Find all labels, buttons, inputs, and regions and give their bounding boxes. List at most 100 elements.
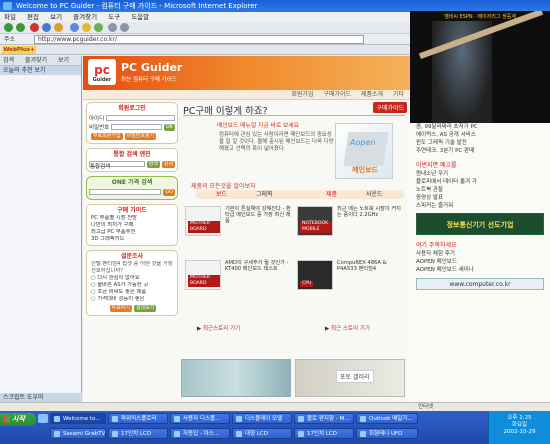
tv-video-window[interactable]: 엠비씨 ESPN · 메이저리그 생중계 — [410, 11, 550, 123]
menu-edit[interactable]: 편집 — [27, 13, 39, 21]
tab-graphic[interactable]: 그래픽 — [256, 190, 273, 199]
poll-option[interactable]: ○ 다시 관심이 없어요 — [89, 275, 175, 282]
start-button[interactable]: 시작 — [0, 413, 36, 426]
notice-item[interactable]: 사용자 체험 후기 — [410, 250, 550, 258]
menu-help[interactable]: 도움말 — [131, 13, 149, 21]
search-select[interactable]: 통합검색 — [89, 161, 145, 170]
tab-sound[interactable]: 사운드 — [366, 190, 383, 199]
pw-input[interactable] — [111, 124, 162, 130]
notice-item[interactable]: AOPEN 메인보드 — [410, 258, 550, 266]
hero-headline[interactable]: 메인보드 매뉴얼 지금 바로 보세요 — [217, 120, 299, 129]
more-link-left[interactable]: ▶ 최근스토리 기기 — [197, 324, 240, 332]
guide-item[interactable]: 나만의 최저가 구매 — [89, 222, 175, 229]
sponsor-box[interactable]: 정보통신기기 선도기업 — [416, 213, 544, 235]
task-button[interactable]: Welcome to... — [50, 413, 106, 424]
task-button[interactable]: 디스플레이 모델 — [232, 413, 292, 424]
find-pw-button[interactable]: 비밀번호찾기 — [124, 132, 157, 140]
menu-tools[interactable]: 도구 — [108, 13, 120, 21]
news-item[interactable]: 콤, 99달러짜리 초저가 PC — [410, 123, 550, 131]
preview-item[interactable]: 플로피에서 데이터 옮겨 가 — [410, 178, 550, 186]
price-go-button[interactable]: GO — [163, 188, 175, 196]
sidebar-header[interactable]: 오늘의 추천 보기 — [0, 66, 81, 75]
vote-button[interactable]: 투표하기 — [109, 304, 132, 312]
more-link-right[interactable]: ▶ 최근 스토리 기기 — [325, 324, 370, 332]
print-icon[interactable] — [120, 23, 129, 32]
poll-option-label: 가격대비 성능이 좋은 — [97, 296, 145, 302]
task-button[interactable]: 17인치 LCD — [294, 428, 354, 439]
address-input[interactable]: http://www.pcguider.co.kr/ — [34, 35, 364, 44]
guide-item[interactable]: 최고급 PC 부품추천 — [89, 229, 175, 236]
ad-banner-left[interactable] — [181, 359, 291, 397]
webplus-badge[interactable]: WebPlus+ — [2, 46, 36, 54]
price-title: ONE 가격 검색 — [111, 179, 153, 186]
price-input[interactable] — [89, 189, 162, 195]
tab-product[interactable]: 제품 — [326, 190, 337, 199]
id-input[interactable] — [106, 115, 175, 121]
search-detail-button[interactable]: 상세 — [161, 160, 175, 168]
guide-item[interactable]: PC 부품별 시장 전망 — [89, 215, 175, 222]
poll-option[interactable]: ○ 올바른 AS가 가능한 곳 — [89, 282, 175, 289]
nav-join[interactable]: 회원가입 — [291, 91, 313, 98]
menu-view[interactable]: 보기 — [50, 13, 62, 21]
task-button[interactable]: Sasami GrabTV — [50, 428, 106, 439]
task-button[interactable]: 회형테니 UFO — [356, 428, 418, 439]
quick-launch-icon[interactable] — [38, 414, 48, 423]
sidebar-tab-search[interactable]: 검색 — [3, 57, 14, 64]
right-column: 콤, 99달러짜리 초저가 PC 에이럭스, AS 공개 서비스 윈도 그래픽 … — [410, 123, 550, 402]
task-button[interactable]: 파워익스플로러 — [108, 413, 168, 424]
menu-file[interactable]: 파일 — [4, 13, 16, 21]
site-logo[interactable]: pc Guider — [88, 59, 116, 85]
poll-option[interactable]: ○ 조금 비싸도 좋은 제품 — [89, 289, 175, 296]
task-button[interactable]: 대형 LCD — [232, 428, 292, 439]
forward-icon[interactable] — [16, 23, 25, 32]
task-button[interactable]: 17인치 LCD — [108, 428, 168, 439]
result-button[interactable]: 결과보기 — [134, 304, 157, 312]
search-title: 통합 검색 엔진 — [113, 151, 151, 158]
join-button[interactable]: 무료회원가입 — [91, 132, 123, 140]
product-card[interactable]: NOTEBOOK MOBILE 최근 에는 노트북 시장이 커지는 중이다 2.… — [297, 206, 405, 239]
history-icon[interactable] — [94, 23, 103, 32]
sidebar-footer[interactable]: 스크립트 도우미 — [0, 393, 82, 402]
mail-icon[interactable] — [108, 23, 117, 32]
preview-item[interactable]: 노트북 관찰 — [410, 186, 550, 194]
refresh-icon[interactable] — [42, 23, 51, 32]
preview-item[interactable]: 스피커는 즐거워 — [410, 202, 550, 210]
sidebar-tab-favorites[interactable]: 즐겨찾기 — [25, 57, 47, 64]
product-text: AMD의 구세주가 될 것인가 - KT400 메인보드 테스트 — [225, 260, 289, 272]
news-item[interactable]: 에이럭스, AS 공개 서비스 — [410, 131, 550, 139]
site-header: pc Guider PC Guider 최신 컴퓨터 구매 가이드 — [83, 56, 410, 90]
favorites-icon[interactable] — [82, 23, 91, 32]
nav-etc[interactable]: 기타 — [393, 91, 404, 98]
preview-item[interactable]: 동영상 발표 — [410, 194, 550, 202]
product-card[interactable]: MOTHER BOARD AMD의 구세주가 될 것인가 - KT400 메인보… — [185, 260, 293, 293]
notice-item[interactable]: AOPEN 메인보드 세미나 — [410, 266, 550, 274]
news-item[interactable]: 윈도 그래픽 기술 발전 — [410, 139, 550, 147]
nav-products[interactable]: 제품소개 — [361, 91, 383, 98]
task-button[interactable]: Outlook 메일가... — [356, 413, 418, 424]
product-card[interactable]: CPU CompuREX 486A & P4A533 펜티엄4 — [297, 260, 405, 293]
ad-banner-right[interactable]: 포토 갤러리 — [295, 359, 405, 397]
search-go-button[interactable]: 검색 — [146, 160, 160, 168]
hero-badge[interactable]: 구매가이드 — [373, 102, 407, 113]
nav-guide[interactable]: 구매가이드 — [323, 91, 351, 98]
sponsor-url[interactable]: www.computer.co.kr — [416, 278, 544, 290]
clock-time[interactable]: 오후 1:25 — [489, 415, 550, 422]
guide-item[interactable]: 3D 그래픽카드 — [89, 236, 175, 243]
menu-favorites[interactable]: 즐겨찾기 — [73, 13, 97, 21]
mainboard-image[interactable]: Aopen 메인보드 — [335, 123, 393, 179]
product-card[interactable]: MOTHER BOARD 기본이 튼실해야 강해진다 - 환타급 메인보드 중 … — [185, 206, 293, 239]
poll-option[interactable]: ○ 가격대비 성능이 좋은 — [89, 296, 175, 303]
preview-item[interactable]: 원내소년 우기 — [410, 170, 550, 178]
task-button[interactable]: 블로 편지함 - M... — [294, 413, 354, 424]
sidebar-tab-view[interactable]: 보기 — [58, 57, 69, 64]
search-icon[interactable] — [70, 23, 79, 32]
login-title: 회원로그인 — [118, 105, 146, 112]
stop-icon[interactable] — [30, 23, 39, 32]
tab-board[interactable]: 보드 — [216, 190, 227, 199]
login-ok-button[interactable]: OK — [163, 123, 175, 131]
home-icon[interactable] — [54, 23, 63, 32]
news-item[interactable]: 주연테크, 3분기 PC 판매 — [410, 147, 550, 155]
task-button[interactable]: 사용자 디스플... — [170, 413, 230, 424]
back-icon[interactable] — [4, 23, 13, 32]
task-button[interactable]: 자동입 - 아스... — [170, 428, 230, 439]
